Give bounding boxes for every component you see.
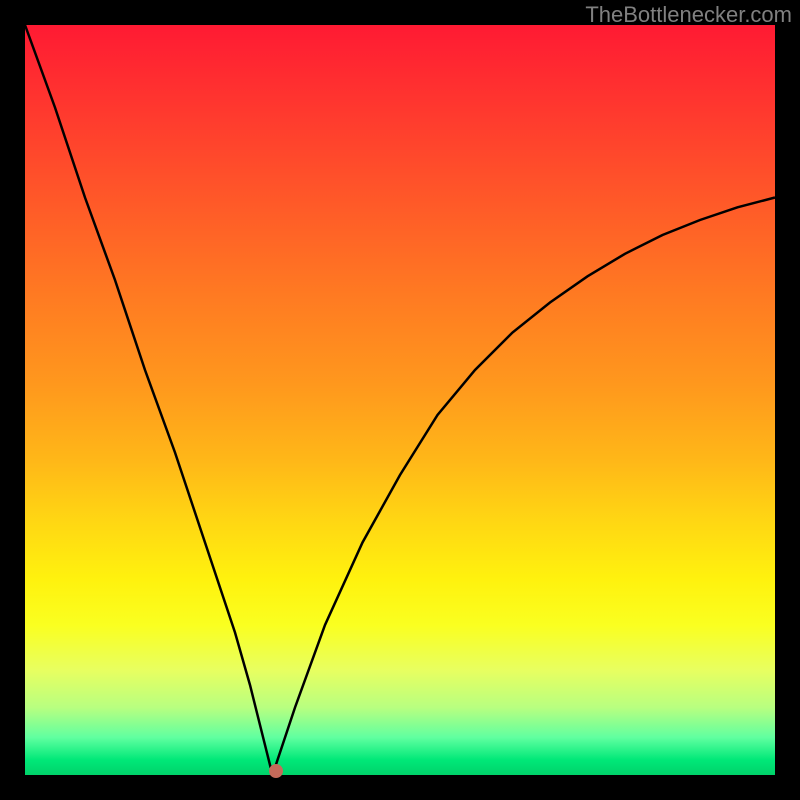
minimum-marker-dot: [269, 764, 283, 778]
bottleneck-curve: [25, 25, 775, 775]
chart-plot-area: [25, 25, 775, 775]
watermark-text: TheBottlenecker.com: [585, 2, 792, 28]
